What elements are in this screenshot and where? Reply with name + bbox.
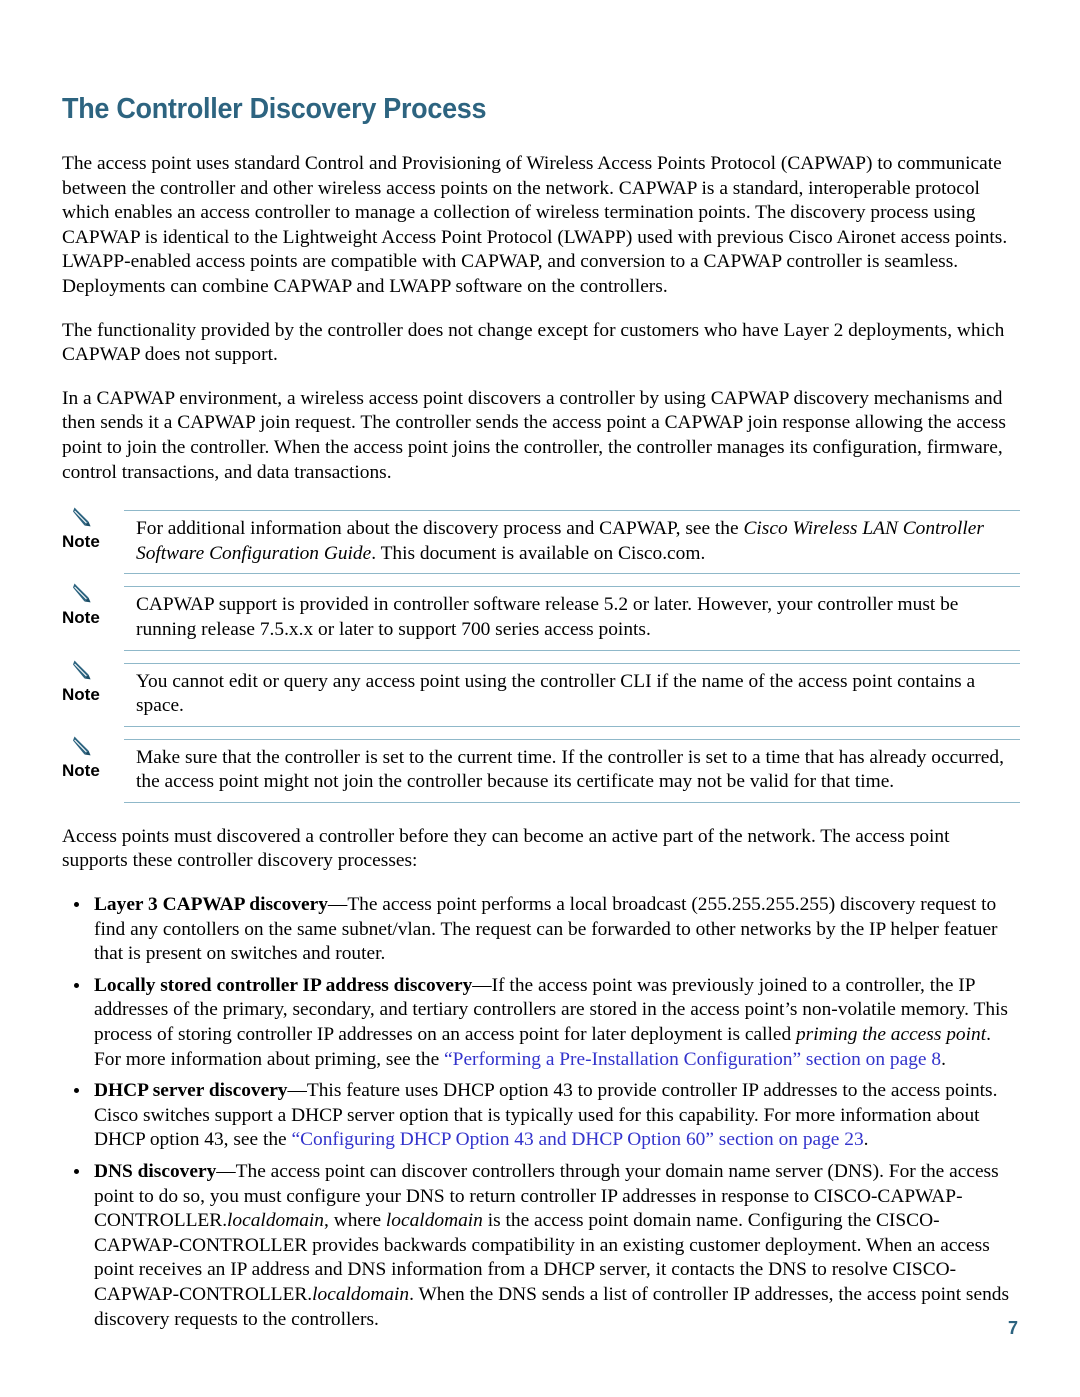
note-label: Note xyxy=(62,684,100,704)
body-text: You cannot edit or query any access poin… xyxy=(136,670,976,717)
body-text: . xyxy=(863,1129,869,1151)
note-block: Note For additional information about the… xyxy=(62,504,1020,575)
note-block: Note CAPWAP support is provided in contro… xyxy=(62,580,1020,651)
list-lead-paragraph: Access points must discovered a controll… xyxy=(62,825,1020,874)
note-block: Note Make sure that the controller is set… xyxy=(62,733,1020,803)
body-text: Make sure that the controller is set to … xyxy=(136,746,1004,793)
list-item: Layer 3 CAPWAP discovery—The access poin… xyxy=(62,893,1020,967)
paragraph: In a CAPWAP environment, a wireless acce… xyxy=(62,387,1020,485)
note-body: For additional information about the dis… xyxy=(124,510,1020,575)
paragraph: The functionality provided by the contro… xyxy=(62,319,1020,368)
body-text: , where xyxy=(324,1210,386,1232)
cross-reference-link[interactable]: “Performing a Pre-Installation Configura… xyxy=(444,1049,941,1070)
note-label: Note xyxy=(62,760,100,780)
body-text: CAPWAP support is provided in controller… xyxy=(136,594,959,640)
intro-paragraph-group: The access point uses standard Control a… xyxy=(62,152,1020,485)
note-text: For additional information about the dis… xyxy=(136,517,1020,566)
term-label: Layer 3 CAPWAP discovery xyxy=(94,894,328,916)
note-pencil-icon xyxy=(72,659,102,683)
body-text: The access point uses standard Control a… xyxy=(62,153,1008,297)
list-item: DNS discovery—The access point can disco… xyxy=(62,1160,1020,1332)
body-text: The functionality provided by the contro… xyxy=(62,319,1005,366)
term-label: DHCP server discovery xyxy=(94,1080,288,1102)
page-number: 7 xyxy=(1007,1318,1018,1338)
body-text: . This document is available on Cisco.co… xyxy=(371,542,706,564)
note-body: CAPWAP support is provided in controller… xyxy=(124,586,1020,651)
bullet-icon xyxy=(74,1088,79,1094)
bullet-icon xyxy=(74,982,79,988)
cross-reference-link[interactable]: “Configuring DHCP Option 43 and DHCP Opt… xyxy=(292,1129,864,1150)
emphasis-text: priming the access point xyxy=(795,1024,987,1046)
term-label: DNS discovery xyxy=(94,1161,217,1182)
note-label: Note xyxy=(62,532,100,552)
term-label: Locally stored controller IP address dis… xyxy=(94,974,473,996)
note-group: Note For additional information about the… xyxy=(62,504,1020,803)
body-text: In a CAPWAP environment, a wireless acce… xyxy=(62,387,1006,483)
document-page: The Controller Discovery Process The acc… xyxy=(0,0,1080,1397)
list-item: Locally stored controller IP address dis… xyxy=(62,974,1020,1072)
body-text: For additional information about the dis… xyxy=(136,518,744,540)
note-label: Note xyxy=(62,608,100,628)
note-body: Make sure that the controller is set to … xyxy=(124,738,1020,803)
paragraph: Access points must discovered a controll… xyxy=(62,825,1020,874)
note-body: You cannot edit or query any access poin… xyxy=(124,662,1020,727)
page-content: The Controller Discovery Process The acc… xyxy=(62,92,1020,1339)
note-block: Note You cannot edit or query any access … xyxy=(62,657,1020,727)
emphasis-text: localdomain xyxy=(227,1210,324,1232)
note-text: You cannot edit or query any access poin… xyxy=(136,670,1020,719)
discovery-process-list: Layer 3 CAPWAP discovery—The access poin… xyxy=(62,893,1020,1332)
emphasis-text: localdomain xyxy=(312,1283,410,1305)
note-text: CAPWAP support is provided in controller… xyxy=(136,593,1020,642)
body-text: . xyxy=(941,1048,946,1070)
bullet-icon xyxy=(74,902,79,908)
page-title: The Controller Discovery Process xyxy=(62,93,487,125)
note-text: Make sure that the controller is set to … xyxy=(136,746,1020,795)
list-item: DHCP server discovery—This feature uses … xyxy=(62,1079,1020,1153)
paragraph: The access point uses standard Control a… xyxy=(62,152,1020,300)
note-pencil-icon xyxy=(72,506,102,530)
body-text: Access points must discovered a controll… xyxy=(62,825,950,872)
emphasis-text: localdomain xyxy=(385,1210,483,1232)
note-pencil-icon xyxy=(72,582,102,606)
note-pencil-icon xyxy=(72,735,102,759)
bullet-icon xyxy=(74,1169,79,1174)
